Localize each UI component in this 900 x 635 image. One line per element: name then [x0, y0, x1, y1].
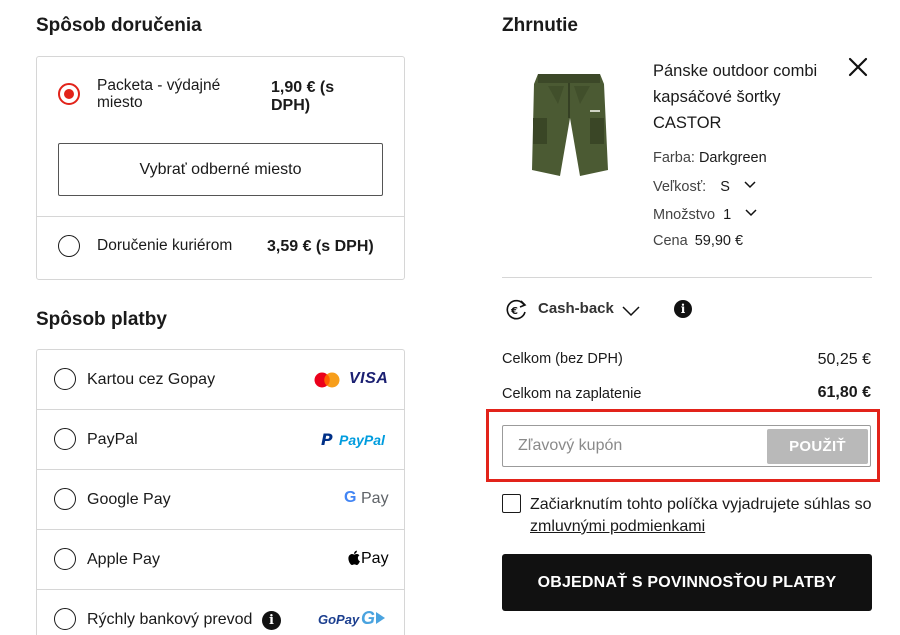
google-g-icon: G: [344, 489, 357, 506]
product-name[interactable]: Pánske outdoor combi kapsáčové šortky CA…: [653, 58, 843, 136]
select-pickup-point-button[interactable]: Vybrať odberné miesto: [58, 143, 383, 196]
mastercard-icon: [314, 372, 340, 393]
chevron-down-icon[interactable]: [744, 177, 756, 193]
payment-radio-bank-transfer[interactable]: [54, 608, 76, 630]
paypal-logo-icon: P: [321, 430, 333, 449]
terms-link[interactable]: zmluvnými podmienkami: [530, 518, 705, 535]
payment-radio-apple-pay[interactable]: [54, 548, 76, 570]
visa-logo: VISA: [349, 370, 389, 387]
product-quantity-select[interactable]: Množstvo 1: [653, 205, 757, 223]
delivery-packeta-label: Packeta - výdajné miesto: [97, 77, 221, 111]
payment-radio-google-pay[interactable]: [54, 488, 76, 510]
summary-title: Zhrnutie: [502, 15, 578, 36]
product-quantity-value[interactable]: 1: [723, 207, 731, 223]
terms-checkbox[interactable]: [502, 494, 521, 513]
svg-text:€: €: [510, 306, 518, 317]
product-size-value[interactable]: S: [720, 179, 730, 195]
delivery-radio-courier[interactable]: [58, 235, 80, 257]
cashback-toggle[interactable]: Cash-back: [538, 300, 614, 317]
apply-coupon-button[interactable]: POUŽIŤ: [767, 429, 868, 464]
info-icon[interactable]: i: [674, 300, 692, 318]
remove-item-close-icon[interactable]: [847, 56, 869, 78]
payment-option-card[interactable]: Kartou cez Gopay VISA: [37, 350, 404, 409]
delivery-courier-label: Doručenie kuriérom: [97, 237, 233, 254]
payment-options-card: Kartou cez Gopay VISA PayPal P PayPal Go…: [36, 349, 405, 635]
payment-radio-paypal[interactable]: [54, 428, 76, 450]
payment-card-label: Kartou cez Gopay: [87, 371, 216, 388]
gopay-g-icon: G: [361, 608, 376, 628]
payment-option-google-pay[interactable]: Google Pay G Pay: [37, 470, 404, 529]
product-price: Cena 59,90 €: [653, 233, 744, 249]
payment-paypal-label: PayPal: [87, 431, 138, 448]
paypal-logo: PayPal: [339, 432, 385, 448]
total-ex-vat-value: 50,25 €: [817, 351, 871, 368]
info-icon[interactable]: i: [262, 611, 281, 630]
google-pay-logo: Pay: [361, 490, 389, 507]
delivery-title: Spôsob doručenia: [36, 15, 202, 36]
apple-pay-logo: Pay: [361, 550, 389, 567]
gopay-logo: GoPay: [318, 612, 360, 627]
payment-bank-transfer-label: Rýchly bankový prevod: [87, 611, 253, 628]
delivery-divider: [37, 216, 404, 217]
payment-option-bank-transfer[interactable]: Rýchly bankový prevod i GoPay G: [37, 590, 404, 635]
chevron-down-icon[interactable]: [622, 304, 640, 322]
total-label: Celkom na zaplatenie: [502, 386, 642, 402]
payment-option-paypal[interactable]: PayPal P PayPal: [37, 410, 404, 469]
delivery-courier-price: 3,59 € (s DPH): [267, 238, 374, 255]
payment-apple-pay-label: Apple Pay: [87, 551, 160, 568]
product-price-value: 59,90 €: [694, 233, 744, 249]
total-value: 61,80 €: [817, 384, 871, 401]
product-color-value: Darkgreen: [698, 150, 767, 166]
payment-google-pay-label: Google Pay: [87, 491, 171, 508]
place-order-button[interactable]: OBJEDNAŤ S POVINNOSŤOU PLATBY: [502, 554, 872, 611]
payment-option-apple-pay[interactable]: Apple Pay Pay: [37, 530, 404, 589]
payment-radio-card[interactable]: [54, 368, 76, 390]
product-size-select[interactable]: Veľkosť: S: [653, 177, 756, 195]
gopay-arrow-icon: [376, 612, 385, 624]
terms-consent-text: Začiarknutím tohto políčka vyjadrujete s…: [530, 496, 872, 535]
total-ex-vat-label: Celkom (bez DPH): [502, 351, 623, 367]
apple-icon: [348, 550, 360, 570]
delivery-radio-packeta[interactable]: [58, 83, 80, 105]
summary-divider: [502, 277, 872, 278]
cashback-icon: €: [503, 297, 529, 323]
payment-title: Spôsob platby: [36, 309, 167, 330]
product-color: Farba: Darkgreen: [653, 150, 767, 166]
delivery-options-card: Packeta - výdajné miesto 1,90 € (s DPH) …: [36, 56, 405, 280]
delivery-packeta-price: 1,90 € (s DPH): [271, 79, 335, 114]
chevron-down-icon[interactable]: [745, 205, 757, 221]
product-image[interactable]: [528, 70, 610, 182]
